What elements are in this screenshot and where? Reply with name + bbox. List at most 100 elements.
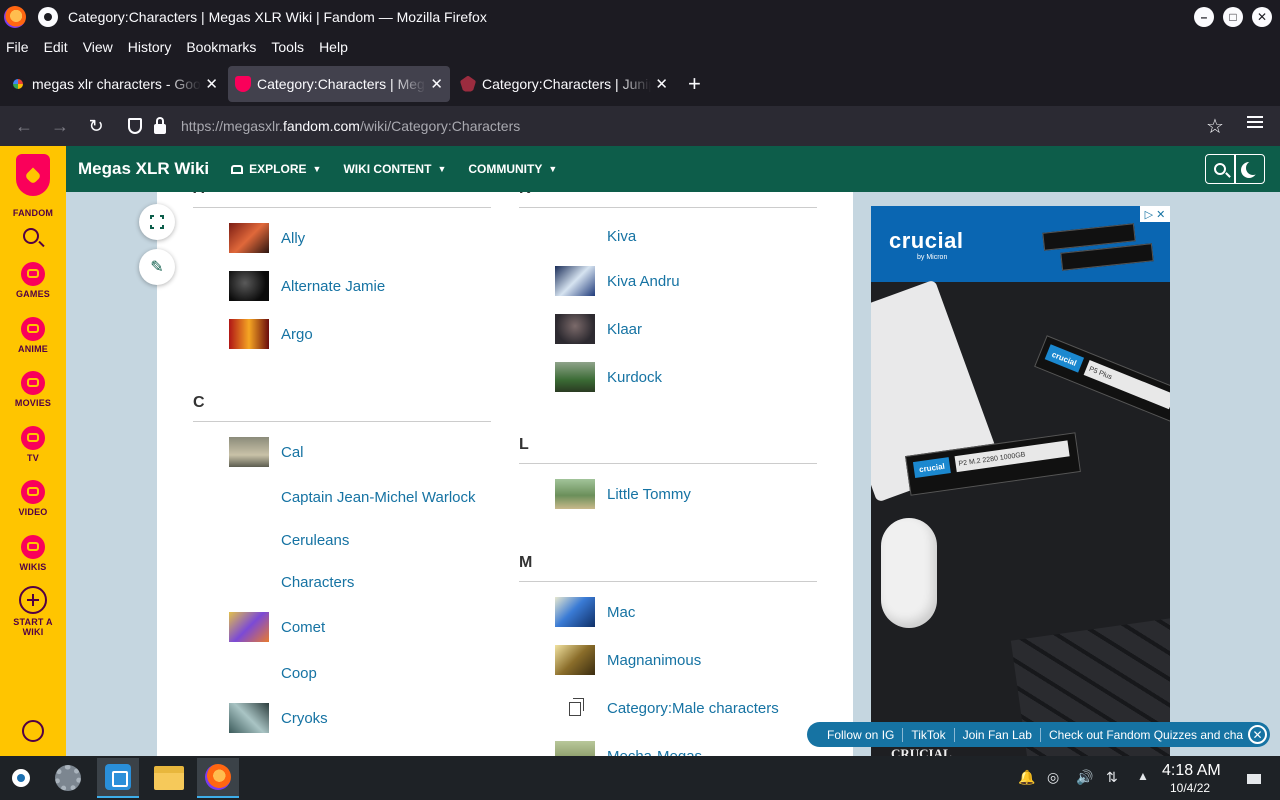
tracking-shield-icon[interactable] <box>128 118 142 134</box>
maximize-button[interactable]: □ <box>1223 6 1243 27</box>
list-item[interactable]: Comet <box>229 612 325 642</box>
notifications-icon[interactable]: 🔔 <box>1018 769 1035 786</box>
reload-button[interactable]: ↻ <box>78 116 114 137</box>
book-icon <box>21 535 45 559</box>
menu-tools[interactable]: Tools <box>271 39 304 55</box>
fandom-quizzes-link[interactable]: Check out Fandom Quizzes and cha <box>1039 727 1251 742</box>
taskbar-settings[interactable] <box>47 758 89 798</box>
follow-ig-link[interactable]: Follow on IG <box>819 728 902 742</box>
list-item[interactable]: Mac <box>555 597 635 627</box>
volume-icon[interactable]: 🔊 <box>1076 769 1093 786</box>
ssd-p5-image: crucial P5 Plus <box>1034 335 1170 423</box>
url-bar[interactable]: https://megasxlr.fandom.com/wiki/Categor… <box>118 110 1206 142</box>
tab-megas-characters[interactable]: Category:Characters | Megas XLR Wiki ✕ <box>228 65 450 102</box>
wiki-header: Megas XLR Wiki EXPLORE ▼ WIKI CONTENT ▼ CO… <box>66 146 1280 192</box>
moon-icon <box>1246 161 1260 175</box>
rail-item-video[interactable]: VIDEO <box>0 480 66 517</box>
back-button[interactable]: ← <box>6 116 42 137</box>
fandom-icon <box>235 75 251 92</box>
menu-edit[interactable]: Edit <box>44 39 68 55</box>
network-icon[interactable]: ⇅ <box>1106 769 1118 786</box>
new-tab-button[interactable]: + <box>688 71 701 97</box>
tiktok-link[interactable]: TikTok <box>902 727 953 742</box>
rail-item-wikis[interactable]: WIKIS <box>0 535 66 572</box>
menu-file[interactable]: File <box>6 39 29 55</box>
list-item[interactable]: Cryoks <box>229 703 328 733</box>
list-item[interactable]: Coop <box>229 658 317 688</box>
fandom-logo-icon[interactable] <box>16 154 50 196</box>
steam-tray-icon[interactable]: ◎ <box>1047 769 1059 786</box>
fullscreen-toggle-button[interactable] <box>139 204 175 240</box>
wiki-content-menu[interactable]: WIKI CONTENT ▼ <box>343 162 446 176</box>
list-item[interactable]: Ally <box>229 223 305 253</box>
clock-time[interactable]: 4:18 AM <box>1162 762 1221 780</box>
list-item[interactable]: Kiva <box>555 221 636 251</box>
user-avatar-icon[interactable] <box>22 720 44 742</box>
chevron-down-icon: ▼ <box>548 164 558 174</box>
taskbar-steam[interactable] <box>0 758 42 798</box>
close-window-button[interactable]: ✕ <box>1252 6 1272 27</box>
tab-google-search[interactable]: megas xlr characters - Google Search ✕ <box>3 66 225 102</box>
list-item[interactable]: Cal <box>229 437 304 467</box>
bookmark-star-icon[interactable]: ☆ <box>1206 114 1224 139</box>
taskbar-files[interactable] <box>148 758 190 798</box>
crucial-logo: crucial <box>889 228 964 253</box>
list-item[interactable]: Magnanimous <box>555 645 701 675</box>
list-item[interactable]: Klaar <box>555 314 642 344</box>
list-item[interactable]: Category:Male characters <box>555 693 779 723</box>
tab-close-icon[interactable]: ✕ <box>205 75 218 93</box>
tray-expand-icon[interactable]: ▲ <box>1137 769 1149 783</box>
section-divider <box>519 207 817 208</box>
tab-juniper-characters[interactable]: Category:Characters | Juniper ✕ <box>453 66 675 102</box>
ad-choices-icon[interactable]: ▷ ✕ <box>1140 206 1170 222</box>
search-icon[interactable] <box>23 228 39 244</box>
list-item[interactable]: Argo <box>229 319 313 349</box>
menu-bookmarks[interactable]: Bookmarks <box>186 39 256 55</box>
rail-item-start-wiki[interactable]: START A WIKI <box>0 586 66 637</box>
url-text[interactable]: https://megasxlr.fandom.com/wiki/Categor… <box>181 118 520 134</box>
rail-item-games[interactable]: GAMES <box>0 262 66 299</box>
tab-close-icon[interactable]: ✕ <box>655 75 668 93</box>
list-item[interactable]: Kurdock <box>555 362 662 392</box>
minimize-button[interactable]: – <box>1194 6 1214 27</box>
section-letter-m: M <box>519 554 533 571</box>
list-item[interactable]: Mecha-Megas <box>555 741 702 756</box>
tab-close-icon[interactable]: ✕ <box>430 75 443 93</box>
dark-mode-toggle[interactable] <box>1235 154 1265 184</box>
advertisement[interactable]: crucial by Micron ▷ ✕ crucial P5 Plus cr… <box>871 206 1170 756</box>
wiki-search-button[interactable] <box>1205 154 1235 184</box>
explore-menu[interactable]: EXPLORE ▼ <box>231 162 321 176</box>
menu-view[interactable]: View <box>83 39 113 55</box>
community-menu[interactable]: COMMUNITY ▼ <box>468 162 557 176</box>
character-thumbnail-empty <box>229 482 269 512</box>
list-item[interactable]: Little Tommy <box>555 479 691 509</box>
lock-icon[interactable] <box>154 117 166 134</box>
menu-history[interactable]: History <box>128 39 172 55</box>
search-icon <box>1214 163 1226 175</box>
ad-brand-text: CRUCIAL <box>891 746 952 756</box>
list-item[interactable]: Characters <box>229 567 354 597</box>
chevron-down-icon: ▼ <box>437 164 447 174</box>
rail-item-movies[interactable]: MOVIES <box>0 371 66 408</box>
menu-help[interactable]: Help <box>319 39 348 55</box>
edit-button[interactable]: ✎ <box>139 249 175 285</box>
join-fan-lab-link[interactable]: Join Fan Lab <box>953 727 1040 742</box>
window-menu-icon[interactable] <box>38 6 58 27</box>
taskbar-discover[interactable] <box>97 758 139 798</box>
character-thumbnail <box>555 645 595 675</box>
list-item[interactable]: Kiva Andru <box>555 266 680 296</box>
rail-item-tv[interactable]: TV <box>0 426 66 463</box>
fandom-label[interactable]: FANDOM <box>0 208 66 218</box>
taskbar-firefox[interactable] <box>197 758 239 798</box>
list-item[interactable]: Ceruleans <box>229 525 349 555</box>
rail-item-anime[interactable]: ANIME <box>0 317 66 354</box>
clock-date[interactable]: 10/4/22 <box>1170 781 1210 795</box>
forward-button[interactable]: → <box>42 116 78 137</box>
list-item[interactable]: Captain Jean-Michel Warlock <box>229 482 476 512</box>
character-thumbnail-empty <box>229 525 269 555</box>
show-desktop-icon[interactable] <box>1247 774 1261 784</box>
close-icon[interactable]: ✕ <box>1248 725 1267 744</box>
list-item[interactable]: Alternate Jamie <box>229 271 385 301</box>
wiki-name-link[interactable]: Megas XLR Wiki <box>78 159 209 179</box>
app-menu-icon[interactable] <box>1247 116 1263 128</box>
